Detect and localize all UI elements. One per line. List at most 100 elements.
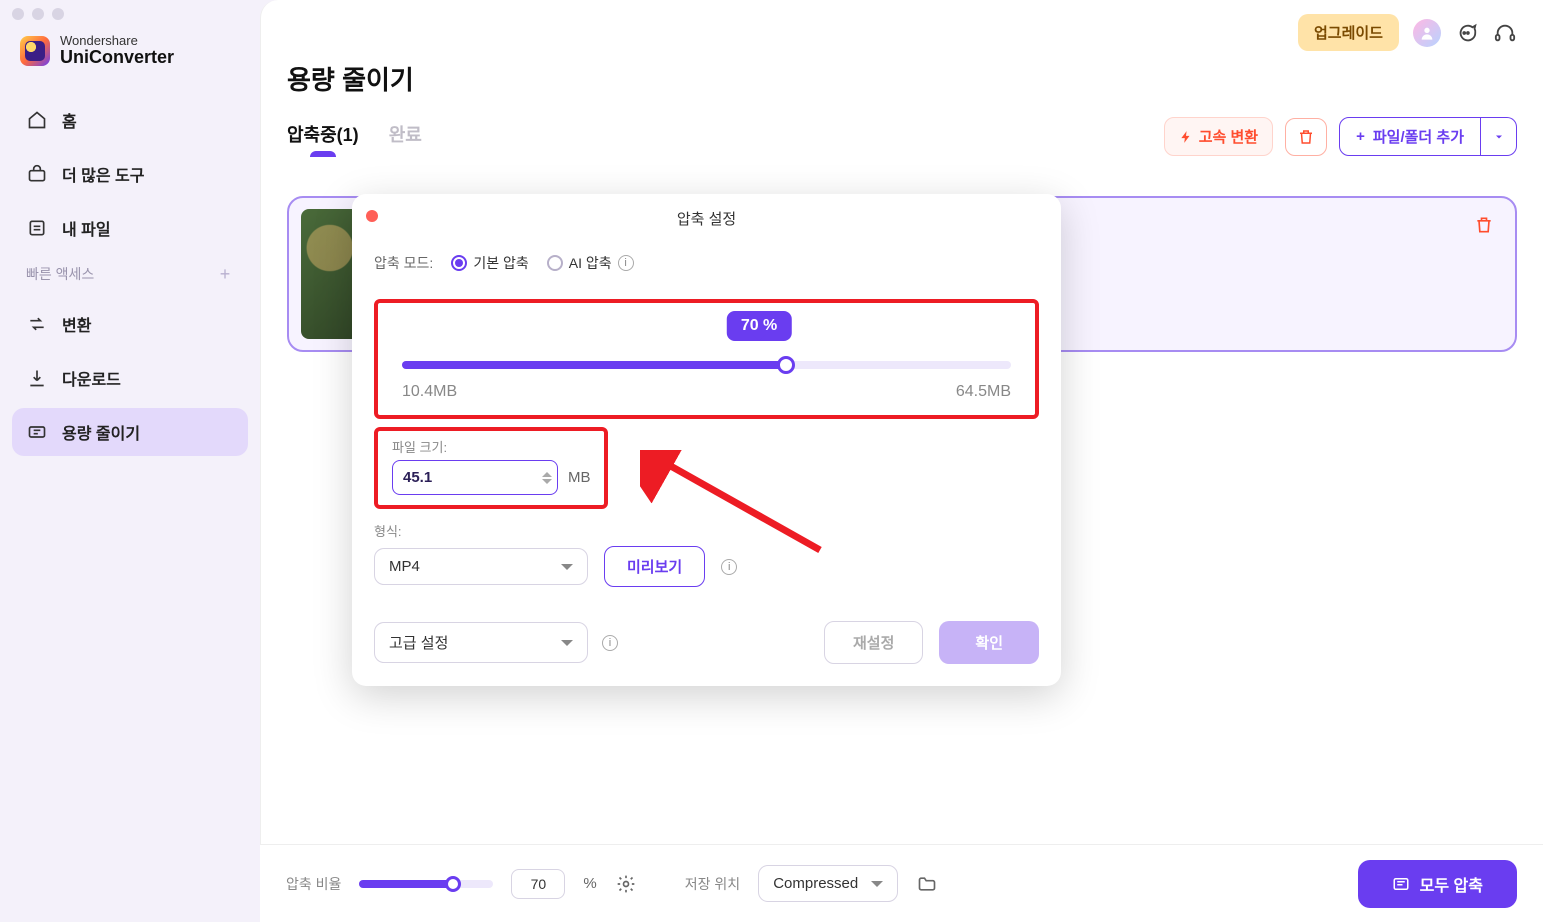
nav-label: 변환 xyxy=(62,312,91,336)
radio-icon xyxy=(547,255,563,271)
nav-more-tools[interactable]: 더 많은 도구 xyxy=(12,150,248,198)
spin-down-button[interactable] xyxy=(542,479,552,484)
download-icon xyxy=(26,367,48,389)
primary-nav: 홈 더 많은 도구 내 파일 xyxy=(12,96,248,252)
info-icon[interactable]: i xyxy=(721,559,737,575)
delete-item-button[interactable] xyxy=(1471,212,1497,238)
settings-icon[interactable] xyxy=(615,873,637,895)
tab-compressing[interactable]: 압축중(1) xyxy=(287,121,359,153)
slider-thumb[interactable] xyxy=(445,876,461,892)
upgrade-button[interactable]: 업그레이드 xyxy=(1298,14,1399,51)
logo-icon xyxy=(20,36,50,66)
mode-basic-radio[interactable]: 기본 압축 xyxy=(451,253,528,273)
page-title: 용량 줄이기 xyxy=(287,60,1517,97)
home-icon xyxy=(26,109,48,131)
save-location-select[interactable]: Compressed xyxy=(758,865,898,902)
quick-access-label: 빠른 액세스 xyxy=(26,264,94,284)
compress-icon xyxy=(26,421,48,443)
filesize-highlight-box: 파일 크기: MB xyxy=(374,427,608,509)
bolt-icon xyxy=(1179,130,1193,144)
nav-label: 용량 줄이기 xyxy=(62,420,140,444)
nav-home[interactable]: 홈 xyxy=(12,96,248,144)
quick-convert[interactable]: 변환 xyxy=(12,300,248,348)
spin-up-button[interactable] xyxy=(542,472,552,477)
slider-highlight-box: 70 % 10.4MB 64.5MB xyxy=(374,299,1039,419)
compress-settings-modal: 압축 설정 압축 모드: 기본 압축 AI 압축 i 70 % 10.4MB 6… xyxy=(352,194,1061,686)
slider-tooltip: 70 % xyxy=(727,311,791,341)
support-icon[interactable] xyxy=(1493,21,1517,45)
preview-button[interactable]: 미리보기 xyxy=(604,546,705,587)
compress-all-button[interactable]: 모두 압축 xyxy=(1358,860,1517,908)
tabs-row: 압축중(1) 완료 고속 변환 + 파일/폴더 추가 xyxy=(287,117,1517,156)
radio-label: AI 압축 xyxy=(569,253,612,273)
ratio-label: 압축 비율 xyxy=(286,874,341,894)
slider-min-label: 10.4MB xyxy=(402,383,457,401)
filesize-unit: MB xyxy=(568,469,591,486)
percent-sign: % xyxy=(583,875,596,892)
toolbox-icon xyxy=(26,163,48,185)
fast-label: 고속 변환 xyxy=(1199,126,1258,147)
chevron-down-icon xyxy=(871,881,883,887)
add-quick-icon[interactable]: + xyxy=(216,265,234,283)
fast-convert-button[interactable]: 고속 변환 xyxy=(1164,117,1273,156)
clear-button[interactable] xyxy=(1285,118,1327,156)
quick-download[interactable]: 다운로드 xyxy=(12,354,248,402)
format-label: 형식: xyxy=(374,521,1061,540)
save-location-label: 저장 위치 xyxy=(685,874,740,894)
avatar[interactable] xyxy=(1413,19,1441,47)
slider-fill xyxy=(402,361,786,369)
ratio-input[interactable] xyxy=(511,869,565,899)
convert-icon xyxy=(26,313,48,335)
filesize-label: 파일 크기: xyxy=(392,437,590,456)
files-icon xyxy=(26,217,48,239)
chevron-down-icon xyxy=(561,564,573,570)
add-file-button[interactable]: + 파일/폴더 추가 xyxy=(1339,117,1481,156)
sidebar: Wondershare UniConverter 홈 더 많은 도구 내 파일 … xyxy=(0,0,260,922)
radio-label: 기본 압축 xyxy=(473,253,528,273)
footer-slider[interactable] xyxy=(359,880,493,888)
nav-label: 홈 xyxy=(62,108,77,132)
slider-thumb[interactable] xyxy=(777,356,795,374)
quick-access-header: 빠른 액세스 + xyxy=(12,252,248,290)
chevron-down-icon xyxy=(1493,131,1505,143)
tab-done[interactable]: 완료 xyxy=(389,121,422,153)
nav-my-files[interactable]: 내 파일 xyxy=(12,204,248,252)
format-select[interactable]: MP4 xyxy=(374,548,588,585)
app-logo: Wondershare UniConverter xyxy=(12,30,248,86)
save-location-value: Compressed xyxy=(773,875,858,892)
mode-label: 압축 모드: xyxy=(374,253,433,273)
open-folder-icon[interactable] xyxy=(916,873,938,895)
trash-icon xyxy=(1474,215,1494,235)
format-value: MP4 xyxy=(389,558,420,575)
trash-icon xyxy=(1297,128,1315,146)
chat-icon[interactable] xyxy=(1455,21,1479,45)
add-file-label: 파일/폴더 추가 xyxy=(1373,126,1464,147)
filesize-input[interactable] xyxy=(392,460,558,495)
slider-fill xyxy=(359,880,453,888)
confirm-button[interactable]: 확인 xyxy=(939,621,1039,664)
slider-max-label: 64.5MB xyxy=(956,383,1011,401)
advanced-label: 고급 설정 xyxy=(389,632,448,653)
add-file-dropdown[interactable] xyxy=(1481,117,1517,156)
modal-close-button[interactable] xyxy=(366,210,378,222)
size-slider[interactable] xyxy=(402,361,1011,369)
nav-label: 더 많은 도구 xyxy=(62,162,145,186)
plus-icon: + xyxy=(1356,128,1365,145)
chevron-down-icon xyxy=(561,640,573,646)
info-icon[interactable]: i xyxy=(602,635,618,651)
footer-bar: 압축 비율 % 저장 위치 Compressed 모두 압축 xyxy=(260,844,1543,922)
list-icon xyxy=(1392,875,1410,893)
nav-label: 내 파일 xyxy=(62,216,111,240)
mode-ai-radio[interactable]: AI 압축 i xyxy=(547,253,634,273)
advanced-select[interactable]: 고급 설정 xyxy=(374,622,588,663)
quick-nav: 변환 다운로드 용량 줄이기 xyxy=(12,300,248,456)
brand-bottom: UniConverter xyxy=(60,48,174,68)
reset-button[interactable]: 재설정 xyxy=(824,621,923,664)
modal-title: 압축 설정 xyxy=(677,208,736,229)
compress-all-label: 모두 압축 xyxy=(1420,872,1483,896)
nav-label: 다운로드 xyxy=(62,366,121,390)
radio-icon xyxy=(451,255,467,271)
topbar: 업그레이드 xyxy=(1298,14,1517,51)
quick-compress[interactable]: 용량 줄이기 xyxy=(12,408,248,456)
info-icon[interactable]: i xyxy=(618,255,634,271)
